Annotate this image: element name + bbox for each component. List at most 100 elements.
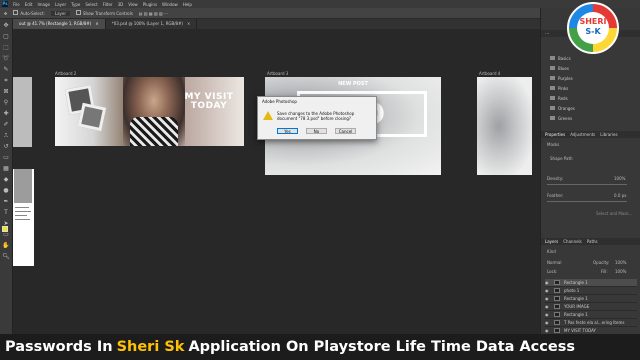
swatch-label: Purples	[558, 75, 573, 81]
swatch-label: Basics	[558, 55, 571, 61]
stamp-icon[interactable]: ⎍	[2, 131, 11, 140]
eye-icon[interactable]: ◉	[545, 312, 550, 317]
swatch-group[interactable]: Oranges	[550, 104, 620, 112]
menu-type[interactable]: Type	[71, 2, 80, 7]
caption-banner: Passwords In Sheri Sk Application On Pla…	[0, 334, 640, 360]
gradient-icon[interactable]: ▦	[2, 164, 11, 173]
foreground-color-swatch[interactable]	[2, 226, 8, 232]
transform-controls-label: Show Transform Controls	[83, 11, 133, 16]
tab-properties[interactable]: Properties	[545, 132, 565, 137]
type-icon[interactable]: T	[2, 208, 11, 217]
healing-icon[interactable]: ✚	[2, 109, 11, 118]
eraser-icon[interactable]: ▭	[2, 153, 11, 162]
menu-file[interactable]: File	[13, 2, 20, 7]
crop-icon[interactable]: ⌗	[2, 76, 11, 85]
blur-icon[interactable]: ◆	[2, 175, 11, 184]
properties-panel-header: Properties Adjustments Libraries	[541, 131, 640, 138]
fill-value[interactable]: 100%	[615, 269, 626, 274]
eye-icon[interactable]: ◉	[545, 328, 550, 333]
menu-select[interactable]: Select	[85, 2, 97, 7]
canvas-area[interactable]: Artboard 2 MY VISIT TODAY Artboard 3 NEW…	[13, 29, 540, 341]
layer-row[interactable]: ◉ Rectangle 1	[545, 311, 637, 319]
layer-kind-filter[interactable]: Kind	[547, 249, 556, 254]
quick-select-icon[interactable]: ✎	[2, 65, 11, 74]
cancel-button[interactable]: Cancel	[335, 128, 356, 134]
swatch-group[interactable]: Greens	[550, 114, 620, 122]
menu-view[interactable]: View	[128, 2, 138, 7]
swatch-group[interactable]: Pinks	[550, 84, 620, 92]
eye-icon[interactable]: ◉	[545, 280, 550, 285]
menu-window[interactable]: Window	[162, 2, 178, 7]
menu-filter[interactable]: Filter	[103, 2, 113, 7]
feather-value[interactable]: 0.0 px	[614, 193, 627, 198]
artboard-left-lower	[13, 169, 34, 266]
close-icon[interactable]: ×	[95, 21, 98, 26]
eye-icon[interactable]: ◉	[545, 304, 550, 309]
pen-icon[interactable]: ✒	[2, 197, 11, 206]
blend-mode-select[interactable]: Normal	[547, 260, 561, 265]
artboard-4[interactable]	[477, 77, 532, 175]
opacity-value[interactable]: 100%	[615, 260, 626, 265]
menu-plugins[interactable]: Plugins	[143, 2, 157, 7]
frame-icon[interactable]: ⊠	[2, 87, 11, 96]
dodge-icon[interactable]: ●	[2, 186, 11, 195]
document-tabs: out @ 41.7% (Rectangle 1, RGB/8#) × *03.p…	[13, 19, 540, 29]
eyedropper-icon[interactable]: ⚲	[2, 98, 11, 107]
density-slider[interactable]	[547, 184, 627, 185]
layer-thumbnail	[554, 304, 560, 309]
layer-select[interactable]: Layer	[50, 10, 71, 16]
tab-out[interactable]: out @ 41.7% (Rectangle 1, RGB/8#) ×	[13, 19, 106, 29]
tab-03-psd[interactable]: *03.psd @ 100% (Layer 1, RGB/8#) ×	[106, 19, 198, 29]
eye-icon[interactable]: ◉	[545, 296, 550, 301]
layer-row[interactable]: ◉ YOUR IMAGE	[545, 303, 637, 311]
swatch-group[interactable]: Purples	[550, 74, 620, 82]
eye-icon[interactable]: ◉	[545, 288, 550, 293]
move-tool-icon[interactable]: ✥	[4, 11, 7, 16]
align-icons[interactable]: ▤ ▥ ▦ ▧ ▨ ···	[139, 11, 168, 16]
menu-edit[interactable]: Edit	[25, 2, 33, 7]
tab-channels[interactable]: Channels	[563, 239, 582, 244]
zoom-icon[interactable]: 🔍︎	[2, 252, 11, 261]
auto-select-checkbox[interactable]: Auto-Select:	[13, 10, 45, 16]
yes-button[interactable]: Yes	[277, 128, 298, 134]
eye-icon[interactable]: ◉	[545, 320, 550, 325]
density-value[interactable]: 100%	[614, 176, 625, 181]
brush-icon[interactable]: ✐	[2, 120, 11, 129]
layer-row[interactable]: ◉ Rectangle 1	[545, 279, 637, 287]
tab-layers[interactable]: Layers	[545, 239, 558, 244]
tab-libraries[interactable]: Libraries	[600, 132, 617, 137]
transform-controls-checkbox[interactable]: Show Transform Controls	[76, 10, 133, 16]
menu-3d[interactable]: 3D	[118, 2, 124, 7]
banner-pre: Passwords In	[5, 339, 113, 355]
warning-icon	[263, 111, 273, 120]
menu-image[interactable]: Image	[37, 2, 50, 7]
menu-layer[interactable]: Layer	[55, 2, 66, 7]
swatch-group[interactable]: Basics	[550, 54, 620, 62]
close-icon[interactable]: ×	[187, 21, 190, 26]
swatch-label: Oranges	[558, 105, 575, 111]
menu-help[interactable]: Help	[183, 2, 192, 7]
select-mask-button[interactable]: Select and Mask...	[596, 211, 633, 216]
lasso-icon[interactable]: ➰	[2, 54, 11, 63]
layer-name: Rectangle 1	[564, 312, 588, 317]
swatch-group[interactable]: Blues	[550, 64, 620, 72]
panel-tab[interactable]: ⋯	[545, 31, 549, 36]
artboard-2[interactable]: MY VISIT TODAY	[55, 77, 244, 146]
tools-panel: ✥ ▢ ⬚ ➰ ✎ ⌗ ⊠ ⚲ ✚ ✐ ⎍ ↺ ▭ ▦ ◆ ● ✒ T ➤ ▭ …	[0, 19, 13, 341]
tab-adjustments[interactable]: Adjustments	[570, 132, 595, 137]
hand-icon[interactable]: ✋	[2, 241, 11, 250]
feather-slider[interactable]	[547, 201, 627, 202]
artboard-icon[interactable]: ▢	[2, 32, 11, 41]
move-icon[interactable]: ✥	[2, 21, 11, 30]
swatch-group[interactable]: Reds	[550, 94, 620, 102]
layer-row[interactable]: ◉ photo 1	[545, 287, 637, 295]
layer-row[interactable]: ◉ Rectangle 1	[545, 295, 637, 303]
history-brush-icon[interactable]: ↺	[2, 142, 11, 151]
banner-highlight: Sheri Sk	[116, 339, 185, 355]
layer-thumbnail	[554, 288, 560, 293]
layer-row[interactable]: ◉ T Pas feste ela al...ering Items	[545, 319, 637, 327]
no-button[interactable]: No	[306, 128, 327, 134]
swatch-label: Greens	[558, 115, 573, 121]
tab-paths[interactable]: Paths	[587, 239, 598, 244]
marquee-icon[interactable]: ⬚	[2, 43, 11, 52]
